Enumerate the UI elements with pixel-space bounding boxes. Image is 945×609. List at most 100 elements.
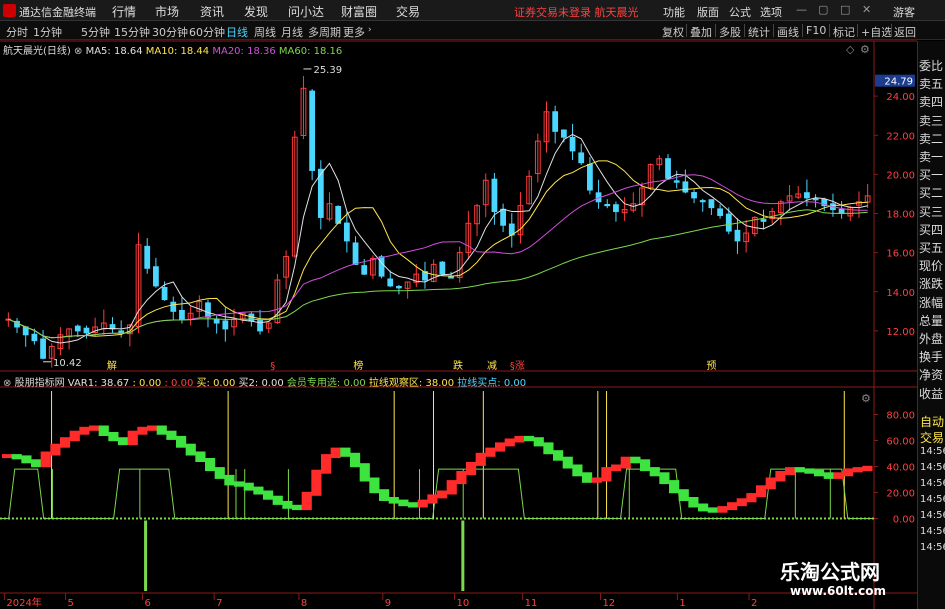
var1-block [340, 447, 351, 457]
signal-spike [461, 520, 465, 591]
var1-block [852, 467, 863, 473]
var1-block [843, 468, 854, 477]
trade-time: 14:56 [920, 510, 945, 521]
main-ytick-label: 14.00 [886, 288, 915, 299]
candle [734, 229, 741, 242]
quote-label: 涨跌 [919, 277, 944, 292]
candle [153, 266, 159, 287]
var1-block [746, 493, 757, 503]
event-marker[interactable]: § [270, 361, 275, 372]
xtick-label: 12 [602, 598, 615, 609]
var1-block [98, 425, 109, 436]
xtick-label: 1 [679, 598, 685, 609]
var1-block [707, 507, 718, 513]
var1-block [398, 499, 409, 507]
event-marker[interactable]: 减 [487, 360, 497, 372]
var1-block [582, 472, 593, 483]
var1-block [118, 437, 129, 446]
xtick-label: 8 [301, 598, 307, 609]
candle [665, 158, 671, 179]
main-ytick-label: 18.00 [886, 210, 915, 221]
candle [161, 287, 168, 301]
candle [213, 318, 220, 324]
var1-block [89, 425, 100, 431]
var1-block [437, 490, 448, 499]
quote-label: 现价 [919, 259, 944, 274]
candle [309, 90, 316, 171]
quote-label: 净资 [919, 368, 944, 383]
candle [673, 180, 680, 183]
sub-ytick-label: 20.00 [886, 489, 915, 500]
diamond-icon[interactable]: ◇ [846, 43, 855, 56]
var1-block [205, 458, 216, 472]
var1-block [591, 477, 602, 483]
candle [613, 204, 619, 213]
event-marker[interactable]: 跌 [453, 359, 463, 372]
var1-block [350, 452, 361, 468]
quote-label: 卖五 [919, 77, 944, 92]
candle [118, 330, 125, 334]
quote-label: 委比 [919, 59, 944, 73]
event-marker[interactable]: 榜 [353, 359, 363, 372]
var1-block [176, 435, 187, 448]
trade-time: 14:56 [920, 478, 945, 489]
var1-block [572, 464, 583, 477]
var1-block [562, 456, 573, 469]
var1-block [504, 438, 515, 447]
xtick-label: 5 [68, 598, 74, 609]
trade-time: 14:56 [920, 462, 945, 473]
candle [170, 301, 177, 312]
gear-icon[interactable]: ⚙ [861, 392, 871, 405]
var1-block [601, 467, 612, 482]
candle [725, 213, 732, 232]
var1-block [166, 430, 177, 440]
var1-block [688, 497, 699, 508]
var1-block [775, 471, 786, 482]
xtick-label: 6 [144, 598, 150, 609]
candle [491, 178, 498, 213]
var1-block [727, 502, 738, 511]
candle [257, 319, 263, 332]
price-flag: 24.79 [884, 77, 913, 88]
xtick-label: 2024年 [6, 596, 41, 609]
candle [31, 333, 38, 342]
candle [500, 208, 506, 226]
var1-block [485, 447, 496, 457]
quote-label: 买一 [919, 168, 944, 183]
var1-block [311, 469, 322, 496]
quote-label: 外盘 [919, 332, 944, 346]
event-marker[interactable]: 预 [706, 360, 716, 372]
quote-label: 总量 [919, 313, 944, 328]
var1-block [330, 447, 341, 459]
var1-block [756, 485, 767, 498]
stock-chart[interactable]: 25.3910.42 解 § 榜跌减 §涨预 24.0022.0020.0018.001… [0, 0, 945, 609]
event-marker[interactable]: 解 [107, 359, 117, 372]
var1-block [823, 472, 834, 479]
gear-icon[interactable]: ⚙ [860, 43, 870, 56]
xtick-label: 9 [385, 598, 391, 609]
main-ytick-label: 12.00 [886, 327, 915, 338]
var1-block [272, 495, 283, 505]
candle [699, 200, 706, 203]
var1-block [765, 477, 776, 490]
var1-block [553, 450, 564, 461]
quote-label: 卖三 [919, 113, 944, 128]
var1-block [234, 481, 245, 487]
var1-block [514, 435, 525, 443]
var1-block [137, 426, 148, 435]
trade-label: 交易 [920, 431, 945, 445]
var1-block [292, 504, 303, 511]
main-ytick-label: 22.00 [886, 131, 915, 142]
signal-spike [144, 520, 148, 591]
var1-block [263, 490, 274, 500]
extreme-marker-label: 25.39 [313, 65, 342, 76]
var1-block [611, 464, 622, 472]
xtick-label: 2 [751, 598, 757, 609]
var1-block [814, 469, 825, 477]
trade-time: 14:56 [920, 446, 945, 457]
trade-time: 14:56 [920, 526, 945, 537]
candle [222, 320, 229, 330]
candle [144, 245, 151, 269]
event-marker[interactable]: §涨 [510, 360, 525, 372]
var1-block [40, 451, 51, 468]
